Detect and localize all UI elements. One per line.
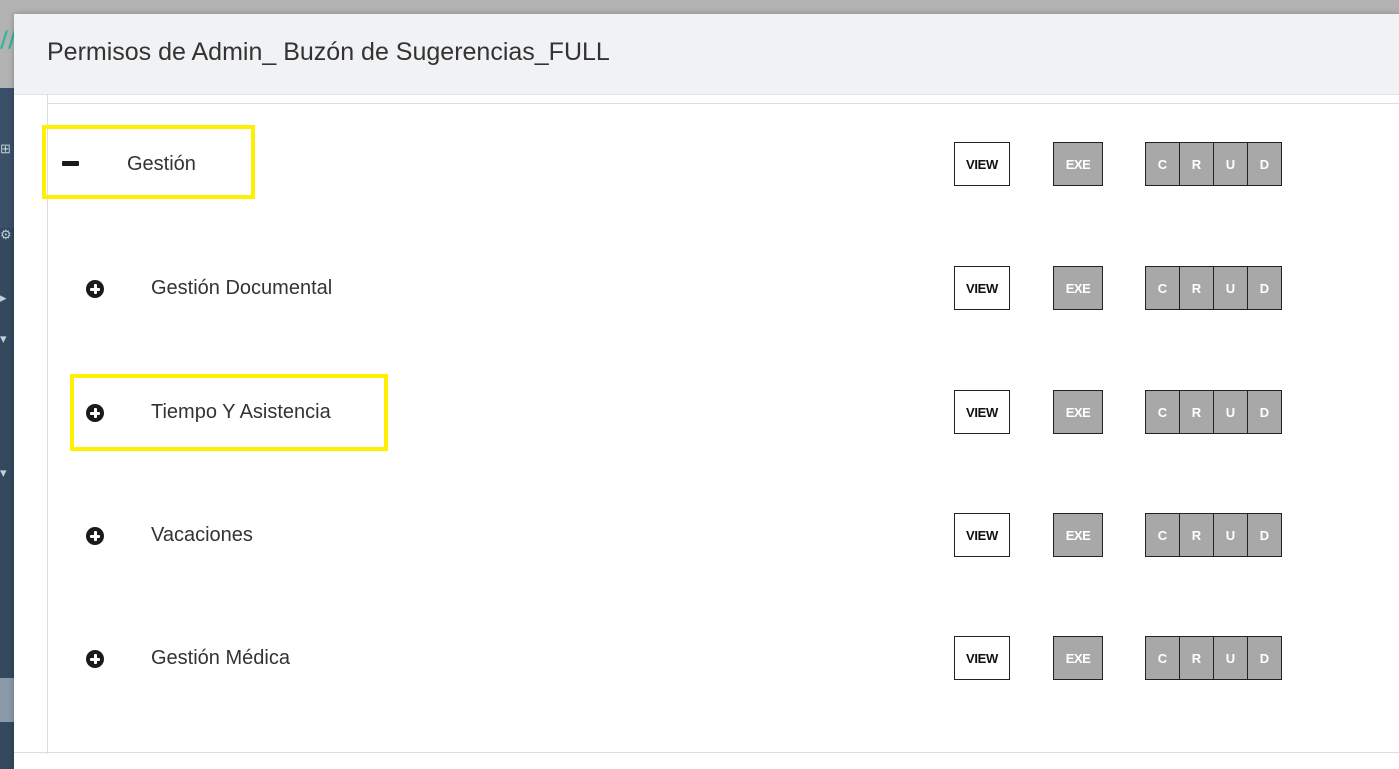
exe-permission-button[interactable]: EXE — [1053, 142, 1103, 186]
tree-row-label[interactable]: Tiempo Y Asistencia — [151, 401, 331, 424]
expand-plus-circle-icon[interactable] — [86, 280, 104, 298]
modal-footer-divider — [14, 752, 1399, 753]
collapse-minus-icon[interactable] — [62, 161, 79, 166]
modal-header: Permisos de Admin_ Buzón de Sugerencias_… — [14, 14, 1399, 95]
tree-row-tiempo-y-asistencia: Tiempo Y Asistencia VIEW EXE C R U D — [14, 388, 1399, 438]
delete-permission-button[interactable]: D — [1247, 142, 1282, 186]
view-permission-button[interactable]: VIEW — [954, 266, 1010, 310]
crud-permission-group: C R U D — [1145, 142, 1282, 186]
modal-title: Permisos de Admin_ Buzón de Sugerencias_… — [47, 38, 610, 66]
delete-permission-button[interactable]: D — [1247, 266, 1282, 310]
tree-row-gestion: Gestión VIEW EXE C R U D — [14, 140, 1399, 190]
crud-permission-group: C R U D — [1145, 390, 1282, 434]
read-permission-button[interactable]: R — [1179, 390, 1214, 434]
tree-row-gestion-medica: Gestión Médica VIEW EXE C R U D — [14, 634, 1399, 684]
view-permission-button[interactable]: VIEW — [954, 513, 1010, 557]
tree-row-label[interactable]: Gestión — [127, 153, 196, 176]
app-logo-fragment: // — [0, 28, 17, 53]
read-permission-button[interactable]: R — [1179, 266, 1214, 310]
crud-permission-group: C R U D — [1145, 636, 1282, 680]
crud-permission-group: C R U D — [1145, 266, 1282, 310]
sidebar-active-item — [0, 678, 14, 722]
exe-permission-button[interactable]: EXE — [1053, 513, 1103, 557]
delete-permission-button[interactable]: D — [1247, 390, 1282, 434]
gear-icon: ⚙ — [0, 227, 12, 242]
chevron-down-icon: ▾ — [0, 331, 7, 346]
view-permission-button[interactable]: VIEW — [954, 142, 1010, 186]
expand-plus-circle-icon[interactable] — [86, 650, 104, 668]
update-permission-button[interactable]: U — [1213, 390, 1248, 434]
create-permission-button[interactable]: C — [1145, 266, 1180, 310]
view-permission-button[interactable]: VIEW — [954, 390, 1010, 434]
tree-top-divider — [48, 103, 1399, 104]
expand-plus-circle-icon[interactable] — [86, 527, 104, 545]
update-permission-button[interactable]: U — [1213, 142, 1248, 186]
tree-row-vacaciones: Vacaciones VIEW EXE C R U D — [14, 511, 1399, 561]
background-sidebar: ⊞ ⚙ ▸ ▾ ▾ — [0, 88, 14, 769]
delete-permission-button[interactable]: D — [1247, 636, 1282, 680]
view-permission-button[interactable]: VIEW — [954, 636, 1010, 680]
delete-permission-button[interactable]: D — [1247, 513, 1282, 557]
tree-row-label[interactable]: Vacaciones — [151, 524, 253, 547]
exe-permission-button[interactable]: EXE — [1053, 636, 1103, 680]
exe-permission-button[interactable]: EXE — [1053, 390, 1103, 434]
chevron-right-icon: ▸ — [0, 290, 7, 305]
read-permission-button[interactable]: R — [1179, 142, 1214, 186]
update-permission-button[interactable]: U — [1213, 636, 1248, 680]
tree-row-label[interactable]: Gestión Documental — [151, 277, 332, 300]
expand-plus-circle-icon[interactable] — [86, 404, 104, 422]
sitemap-icon: ⊞ — [0, 141, 11, 156]
tree-row-label[interactable]: Gestión Médica — [151, 647, 290, 670]
chevron-down-icon: ▾ — [0, 465, 7, 480]
update-permission-button[interactable]: U — [1213, 513, 1248, 557]
create-permission-button[interactable]: C — [1145, 513, 1180, 557]
create-permission-button[interactable]: C — [1145, 636, 1180, 680]
read-permission-button[interactable]: R — [1179, 636, 1214, 680]
tree-row-gestion-documental: Gestión Documental VIEW EXE C R U D — [14, 264, 1399, 314]
permissions-modal: Permisos de Admin_ Buzón de Sugerencias_… — [14, 14, 1399, 769]
create-permission-button[interactable]: C — [1145, 390, 1180, 434]
crud-permission-group: C R U D — [1145, 513, 1282, 557]
read-permission-button[interactable]: R — [1179, 513, 1214, 557]
update-permission-button[interactable]: U — [1213, 266, 1248, 310]
exe-permission-button[interactable]: EXE — [1053, 266, 1103, 310]
create-permission-button[interactable]: C — [1145, 142, 1180, 186]
